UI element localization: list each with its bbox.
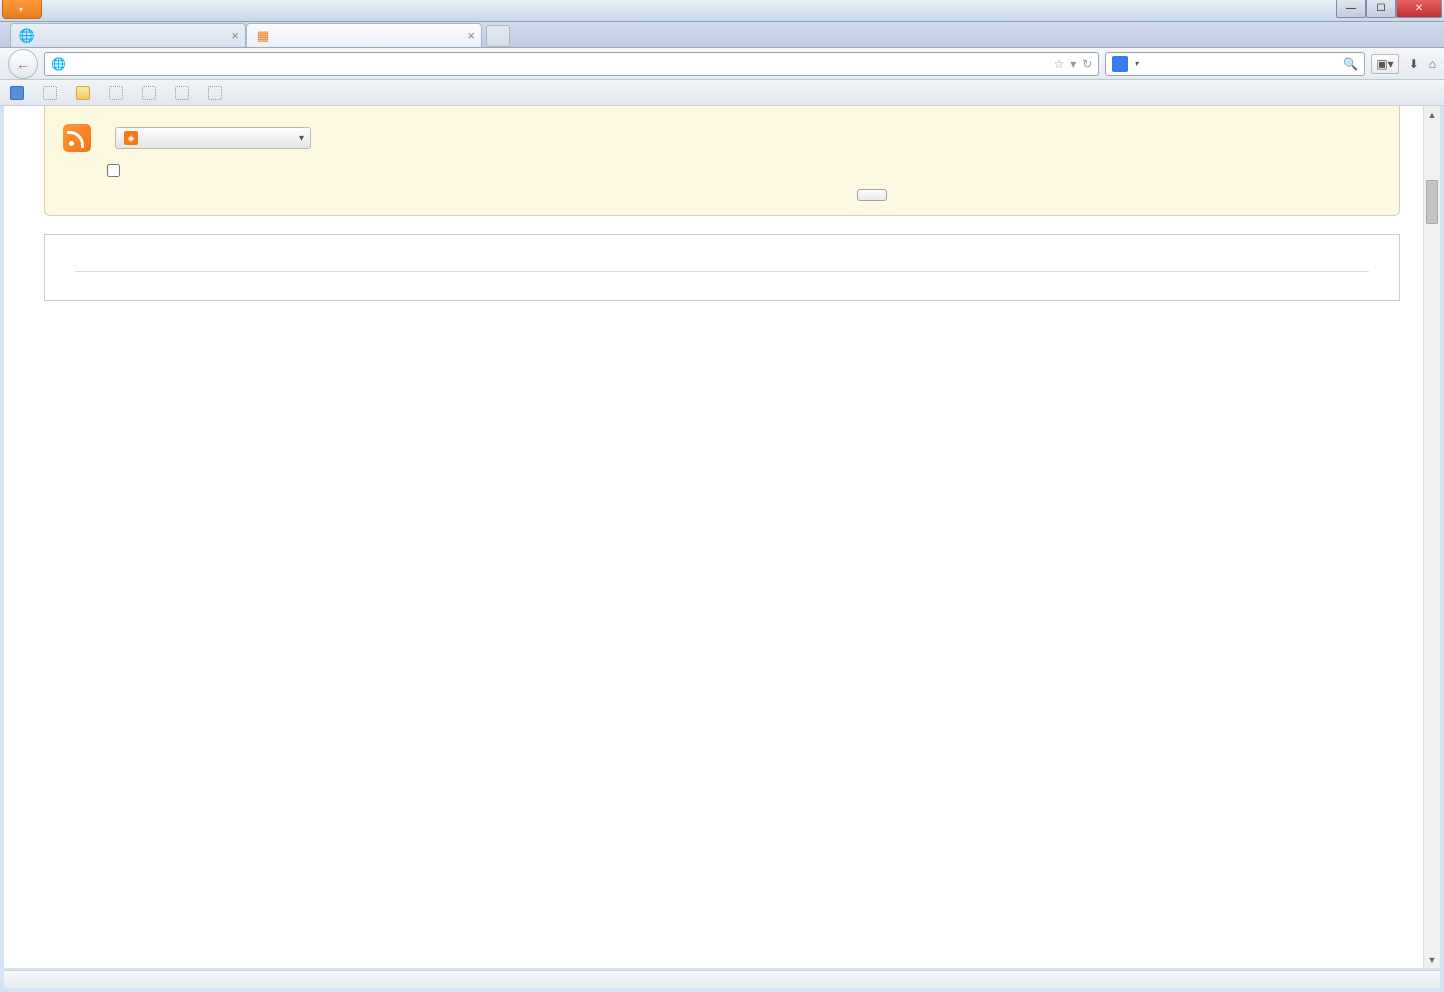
bookmark-importert[interactable] — [76, 86, 95, 100]
tab-strip: 🌐 × ▦ × — [0, 22, 1444, 48]
back-button[interactable]: ← — [8, 49, 38, 79]
home-button[interactable]: ⌂ — [1429, 57, 1436, 71]
feed-title — [75, 265, 1369, 272]
history-dropdown-icon[interactable]: ▾ — [1070, 57, 1076, 71]
subscribe-now-button[interactable] — [857, 189, 887, 201]
bookmark-tidbank[interactable] — [142, 86, 161, 100]
tab-test-mobilpunkt[interactable]: ▦ × — [246, 23, 482, 47]
rss-small-icon: ◈ — [124, 131, 138, 145]
page-icon — [109, 86, 123, 100]
rss-icon: ▦ — [255, 28, 271, 44]
minimize-button[interactable]: — — [1336, 0, 1366, 18]
vertical-scrollbar[interactable]: ▲ ▼ — [1423, 106, 1440, 968]
page-icon — [175, 86, 189, 100]
google-icon — [1112, 56, 1128, 72]
bookmark-ogc-portal[interactable] — [208, 86, 227, 100]
search-icon[interactable]: 🔍 — [1343, 57, 1358, 71]
scroll-thumb[interactable] — [1426, 180, 1438, 224]
rss-icon — [63, 124, 91, 152]
always-use-checkbox[interactable] — [107, 164, 120, 177]
bookmark-menu-button[interactable]: ▣▾ — [1371, 54, 1398, 74]
tab-geoserver[interactable]: 🌐 × — [10, 23, 246, 47]
window-titlebar: — ☐ ✕ — [0, 0, 1444, 22]
folder-icon — [76, 86, 90, 100]
url-bar[interactable]: 🌐 ☆ ▾ ↻ — [44, 52, 1099, 76]
bookmark-star-icon[interactable]: ☆ — [1053, 57, 1064, 71]
downloads-button[interactable]: ⬇ — [1409, 57, 1419, 71]
globe-icon: 🌐 — [19, 28, 35, 44]
page-icon — [10, 86, 24, 100]
bookmark-most-visited[interactable] — [10, 86, 29, 100]
content-viewport: ◈ ▲ ▼ — [4, 106, 1440, 968]
page-icon — [142, 86, 156, 100]
close-button[interactable]: ✕ — [1396, 0, 1442, 18]
scroll-up-icon[interactable]: ▲ — [1424, 106, 1440, 123]
bookmarks-toolbar — [0, 80, 1444, 106]
feed-content — [44, 234, 1400, 301]
reload-button[interactable]: ↻ — [1082, 57, 1092, 71]
maximize-button[interactable]: ☐ — [1366, 0, 1396, 18]
toolbar-extra: ▣▾ ⬇ ⌂ — [1371, 54, 1436, 74]
subscribe-panel: ◈ — [44, 106, 1400, 216]
always-use-row[interactable] — [107, 164, 128, 177]
url-actions: ☆ ▾ ↻ — [1053, 57, 1092, 71]
bookmark-reiseregningen[interactable] — [175, 86, 194, 100]
page-icon — [43, 86, 57, 100]
navigation-bar: ← 🌐 ☆ ▾ ↻ ▾ 🔍 ▣▾ ⬇ ⌂ — [0, 48, 1444, 80]
bookmark-getting-started[interactable] — [43, 86, 62, 100]
page-icon — [208, 86, 222, 100]
scroll-down-icon[interactable]: ▼ — [1424, 951, 1440, 968]
window-controls: — ☐ ✕ — [1336, 0, 1442, 18]
status-bar — [4, 970, 1440, 988]
globe-icon: 🌐 — [51, 57, 66, 71]
search-box[interactable]: ▾ 🔍 — [1105, 52, 1365, 76]
tab-close-icon[interactable]: × — [467, 28, 475, 43]
tab-close-icon[interactable]: × — [231, 28, 239, 43]
bookmark-tidbrukslister[interactable] — [109, 86, 128, 100]
new-tab-button[interactable] — [486, 25, 510, 47]
feed-reader-select[interactable]: ◈ — [115, 127, 311, 149]
firefox-menu-button[interactable] — [2, 0, 42, 19]
